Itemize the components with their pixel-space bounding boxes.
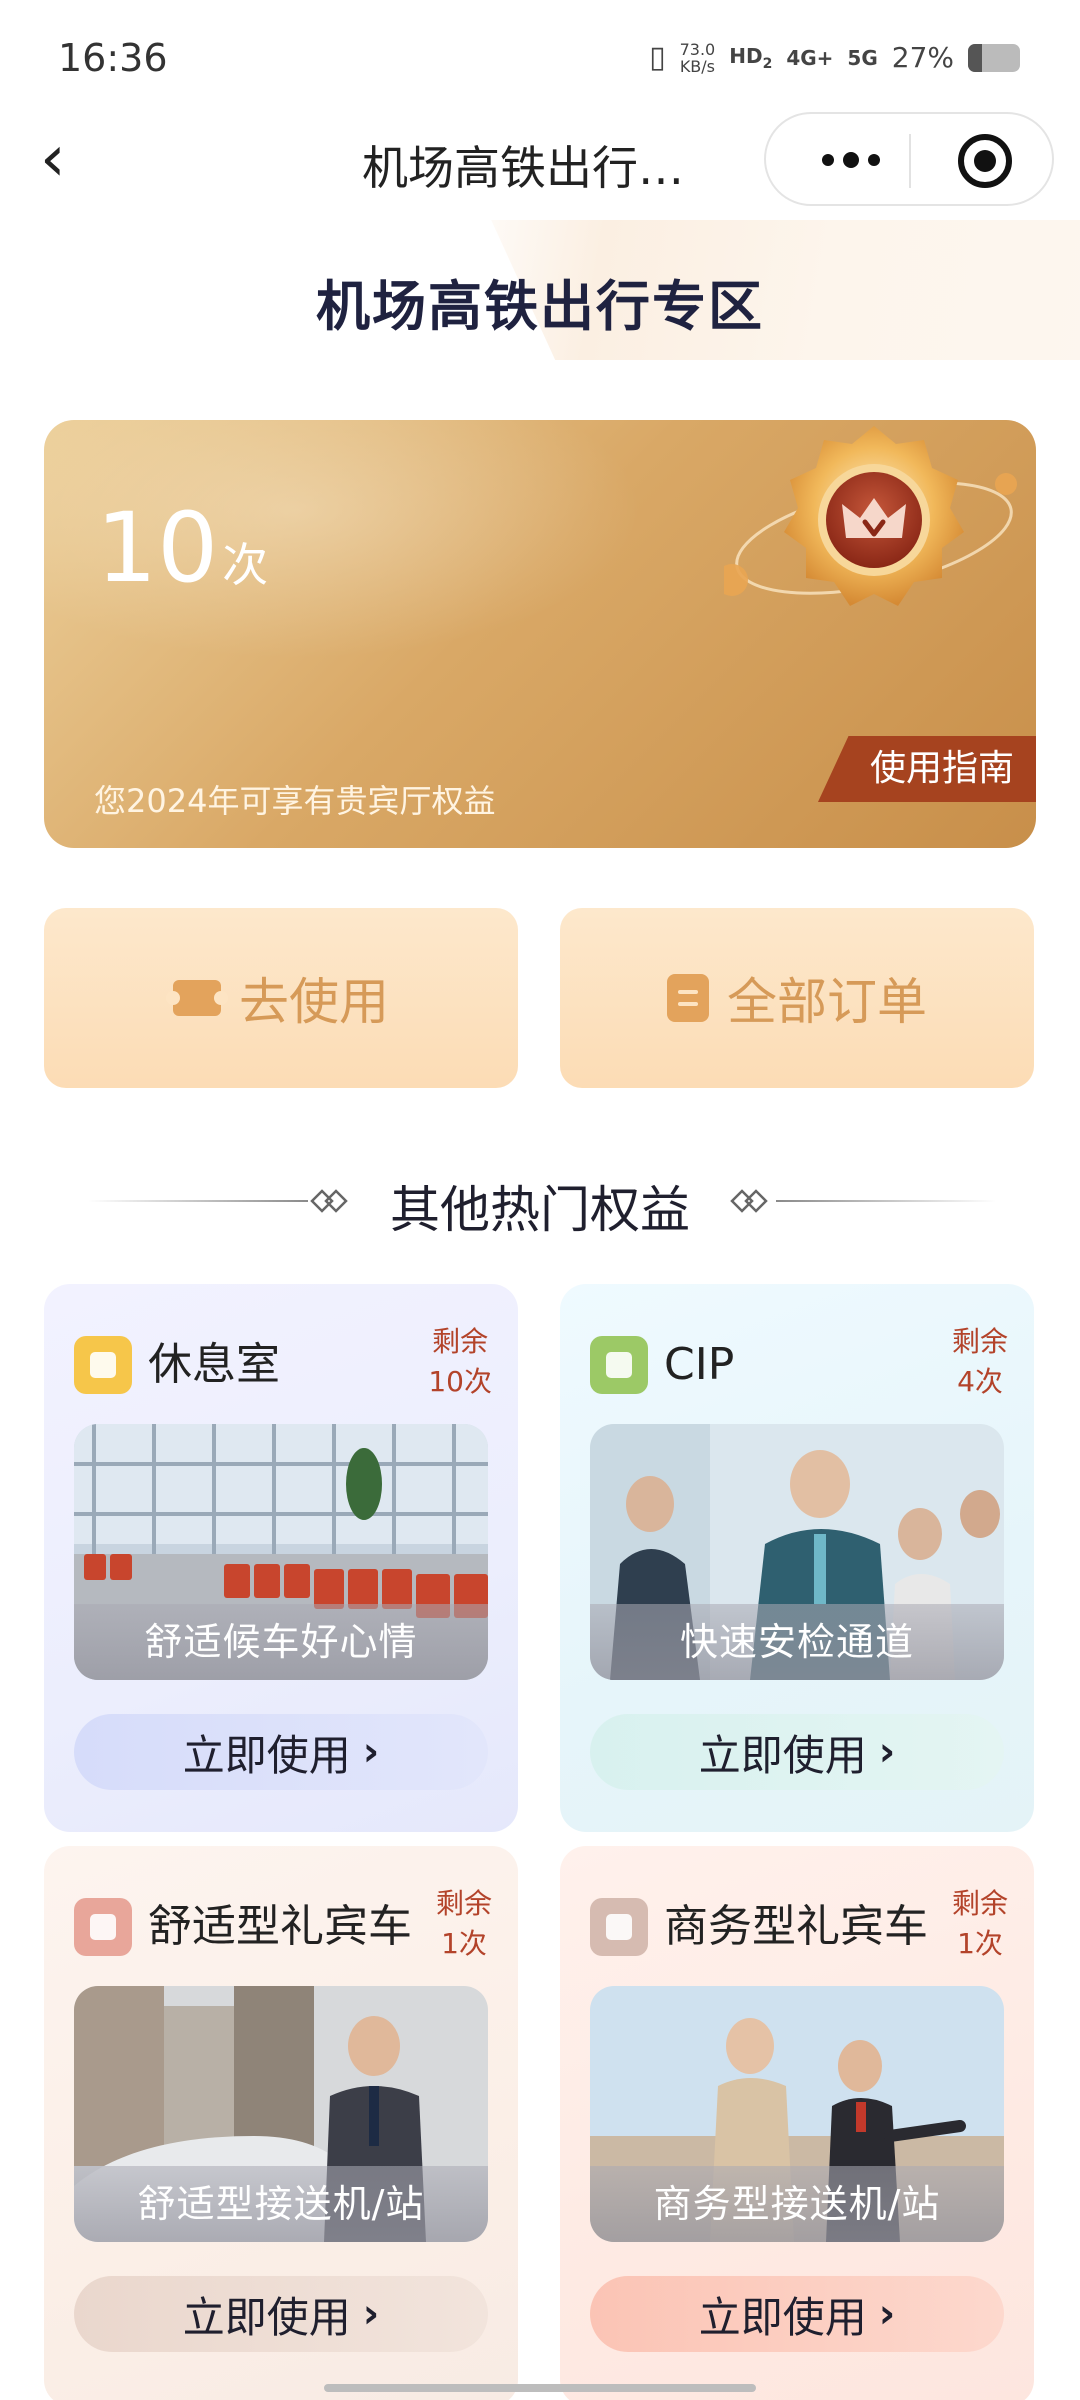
benefit-count: 10次 [96, 492, 269, 604]
home-indicator[interactable] [324, 2384, 756, 2392]
battery-icon [968, 43, 1020, 72]
mini-program-capsule [764, 112, 1054, 206]
page-title: 机场高铁出行专区 [316, 275, 764, 338]
battery-percent: 27% [891, 41, 954, 74]
all-orders-button[interactable]: 全部订单 [560, 908, 1034, 1088]
status-time: 16:36 [58, 36, 168, 80]
service-caption: 快速安检通道 [590, 1604, 1004, 1680]
service-caption: 舒适候车好心情 [74, 1604, 488, 1680]
service-name: 商务型礼宾车 [664, 1901, 928, 1952]
service-card-lounge[interactable]: 休息室 剩余 10次 舒适候车好心情 立即使用 › [44, 1284, 518, 1832]
more-dots-icon[interactable] [806, 132, 896, 188]
diamond-ornament-icon [730, 1189, 768, 1213]
bus-icon [74, 1898, 132, 1956]
net-speed: 73.0 KB/s [679, 39, 716, 76]
chevron-right-icon: › [878, 2291, 896, 2337]
use-now-button[interactable]: 立即使用 › [74, 1714, 488, 1790]
signal-4g-icon: 4G+ [786, 45, 834, 70]
id-card-icon [590, 1336, 648, 1394]
ticket-icon [166, 980, 228, 1016]
usage-guide-button[interactable]: 使用指南 [817, 736, 1036, 802]
vibrate-icon: ▯ [649, 40, 666, 75]
service-card-comfort-car[interactable]: 舒适型礼宾车 剩余 1次 舒适型接送机/站 立即使用 › [44, 1846, 518, 2400]
back-chevron-icon[interactable]: ‹ [40, 127, 100, 192]
order-icon [667, 974, 709, 1022]
service-name: CIP [664, 1339, 735, 1390]
service-name: 舒适型礼宾车 [148, 1901, 412, 1952]
section-line-right [776, 1200, 996, 1202]
cip-photo: 快速安检通道 [590, 1424, 1004, 1680]
nav-bar: ‹ 机场高铁出行… [0, 110, 1080, 210]
hd-icon: HD2 [729, 43, 773, 72]
status-bar: 16:36 ▯ 73.0 KB/s HD2 4G+ 5G 27% [0, 0, 1080, 120]
section-title: 其他热门权益 [390, 1181, 690, 1239]
nav-title: 机场高铁出行… [362, 141, 684, 195]
go-use-label: 去使用 [239, 973, 389, 1031]
remain-badge: 剩余 10次 [428, 1325, 492, 1398]
close-target-icon[interactable] [958, 134, 1012, 188]
sofa-icon [74, 1336, 132, 1394]
remain-badge: 剩余 1次 [435, 1887, 492, 1960]
service-card-business-car[interactable]: 商务型礼宾车 剩余 1次 商务型接送机/站 立即使用 › [560, 1846, 1034, 2400]
chevron-right-icon: › [878, 1729, 896, 1775]
benefit-description: 您2024年可享有贵宾厅权益 [94, 782, 496, 820]
use-now-button[interactable]: 立即使用 › [590, 1714, 1004, 1790]
status-icons: ▯ 73.0 KB/s HD2 4G+ 5G 27% [649, 40, 1020, 75]
use-now-button[interactable]: 立即使用 › [590, 2276, 1004, 2352]
chevron-right-icon: › [362, 1729, 380, 1775]
business-car-photo: 商务型接送机/站 [590, 1986, 1004, 2242]
chevron-right-icon: › [362, 2291, 380, 2337]
section-header: 其他热门权益 [0, 1160, 1080, 1240]
crown-badge-icon [724, 426, 1017, 606]
service-card-cip[interactable]: CIP 剩余 4次 快速安检通道 立即使用 › [560, 1284, 1034, 1832]
service-caption: 商务型接送机/站 [590, 2166, 1004, 2242]
use-now-button[interactable]: 立即使用 › [74, 2276, 488, 2352]
go-use-button[interactable]: 去使用 [44, 908, 518, 1088]
benefit-card: 10次 您2024年可享有贵宾厅权益 使用指南 [44, 420, 1036, 848]
comfort-car-photo: 舒适型接送机/站 [74, 1986, 488, 2242]
remain-badge: 剩余 4次 [951, 1325, 1008, 1398]
capsule-divider [909, 134, 911, 188]
service-caption: 舒适型接送机/站 [74, 2166, 488, 2242]
car-icon [590, 1898, 648, 1956]
service-name: 休息室 [148, 1339, 280, 1390]
all-orders-label: 全部订单 [727, 973, 927, 1031]
lounge-photo: 舒适候车好心情 [74, 1424, 488, 1680]
signal-5g-icon: 5G [847, 45, 878, 70]
remain-badge: 剩余 1次 [951, 1887, 1008, 1960]
